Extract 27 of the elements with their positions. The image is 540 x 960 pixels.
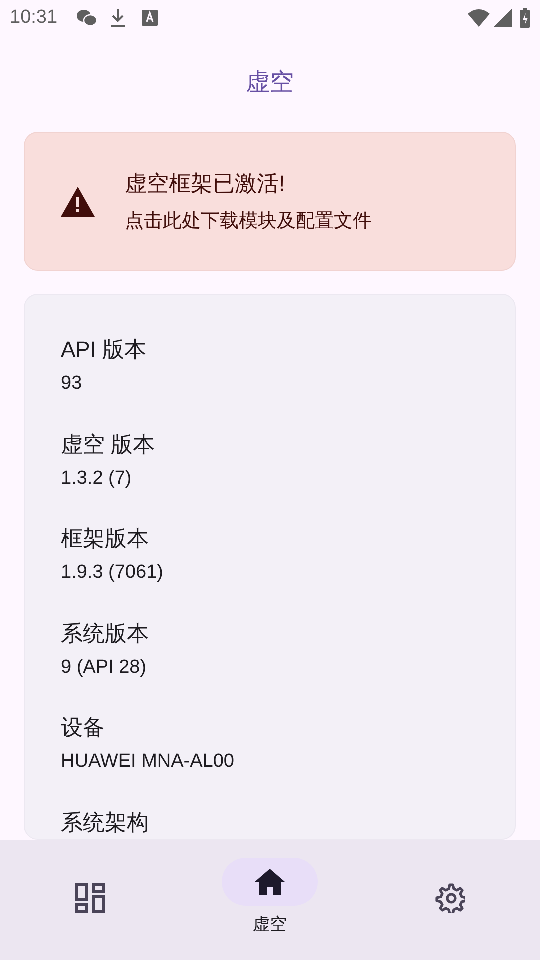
activation-banner[interactable]: 虚空框架已激活! 点击此处下载模块及配置文件 [24,132,516,271]
chat-icon [76,8,98,28]
info-value: 93 [61,372,84,396]
info-value: 1.9.3 (7061) [61,561,164,585]
app-title: 虚空 [246,68,294,98]
info-label: 设备 [61,714,106,742]
info-value: HUAWEI MNA-AL00 [61,750,236,774]
info-label: 系统架构 [61,808,150,836]
banner-title: 虚空框架已激活! [125,170,286,198]
settings-icon [435,883,465,913]
info-value: 9 (API 28) [61,656,148,680]
text-notification-icon [142,10,158,26]
wifi-icon [468,9,490,27]
info-value: 1.3.2 (7) [61,466,133,490]
battery-icon [520,8,530,28]
info-label: 系统版本 [61,620,150,648]
download-icon [110,8,126,28]
signal-icon [494,9,512,27]
grid-icon [75,883,105,913]
banner-subtitle: 点击此处下载模块及配置文件 [125,210,372,234]
warning-icon [61,186,95,216]
info-label: API 版本 [61,336,148,364]
nav-tab[interactable]: 虚空 [210,858,330,938]
home-icon [255,869,285,895]
info-label: 框架版本 [61,525,150,553]
info-label: 虚空 版本 [61,430,156,458]
status-time: 10:31 [10,6,58,30]
